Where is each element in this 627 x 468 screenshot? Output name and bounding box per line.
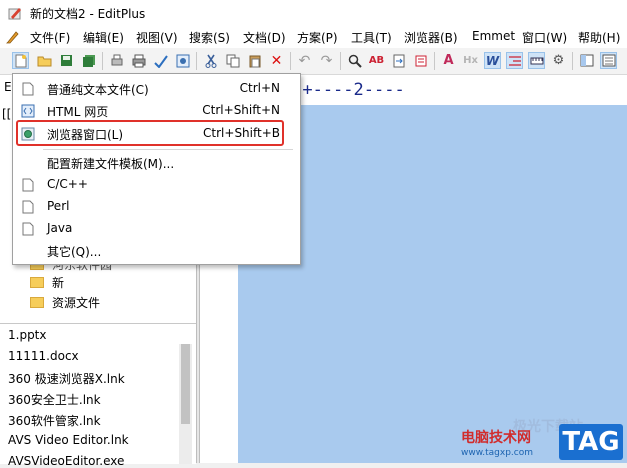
goto-icon[interactable] [390, 52, 407, 69]
new-file-icon[interactable] [12, 52, 29, 69]
file-list-item[interactable]: AVS Video Editor.lnk [8, 433, 129, 447]
file-list-item[interactable]: AVSVideoEditor.exe [8, 454, 124, 468]
new-file-dropdown: 普通纯文本文件(C) Ctrl+N HTML 网页 Ctrl+Shift+N 浏… [12, 73, 301, 265]
menu-project[interactable]: 方案(P) [297, 29, 338, 46]
perl-file-icon [22, 200, 34, 214]
spellcheck-icon[interactable] [152, 52, 169, 69]
menu-help[interactable]: 帮助(H) [578, 29, 620, 46]
menu-item-label: Perl [47, 199, 70, 213]
menu-item-other[interactable]: 其它(Q)... [13, 240, 300, 262]
menu-document[interactable]: 文档(D) [243, 29, 286, 46]
folder-icon [30, 276, 44, 288]
save-all-icon[interactable] [80, 52, 97, 69]
menu-item-cpp[interactable]: C/C++ [13, 174, 300, 196]
redo-icon[interactable]: ↷ [318, 52, 335, 69]
menu-tools[interactable]: 工具(T) [351, 29, 392, 46]
text-file-icon [22, 82, 34, 96]
line-number-icon[interactable] [506, 52, 523, 69]
cliptext-window-icon[interactable] [600, 52, 617, 69]
file-list-item[interactable]: 1.pptx [8, 328, 47, 342]
directory-window-icon[interactable] [578, 52, 595, 69]
menu-bar: 文件(F) 编辑(E) 视图(V) 搜索(S) 文档(D) 方案(P) 工具(T… [0, 26, 627, 49]
file-list-item[interactable]: 360 极速浏览器X.lnk [8, 370, 125, 387]
hex-view-icon[interactable]: Hx [462, 52, 479, 69]
highlight-annotation-box [16, 120, 284, 146]
cut-icon[interactable] [202, 52, 219, 69]
folder-icon [30, 296, 44, 308]
toolbar: ✕ ↶ ↷ AB A Hx W ⚙ [0, 48, 627, 75]
copy-icon[interactable] [224, 52, 241, 69]
file-list-item[interactable]: 360软件管家.lnk [8, 412, 101, 429]
print-preview-icon[interactable] [108, 52, 125, 69]
menu-browser[interactable]: 浏览器(B) [404, 29, 458, 46]
toolbar-separator [572, 52, 573, 70]
menu-item-label: 其它(Q)... [47, 245, 102, 259]
clip-text-icon[interactable] [412, 52, 429, 69]
menu-separator [43, 149, 293, 150]
menu-edit[interactable]: 编辑(E) [83, 29, 124, 46]
menu-item-shortcut: Ctrl+Shift+N [202, 103, 280, 117]
open-folder-icon[interactable] [36, 52, 53, 69]
ruler-icon[interactable] [528, 52, 545, 69]
menu-item-html[interactable]: HTML 网页 Ctrl+Shift+N [13, 100, 300, 122]
scrollbar-thumb[interactable] [181, 344, 190, 424]
watermark-url: www.tagxp.com [461, 448, 533, 458]
menu-item-label: Java [47, 221, 73, 235]
print-icon[interactable] [130, 52, 147, 69]
file-list-scrollbar[interactable] [179, 344, 192, 464]
file-list-item[interactable]: 360安全卫士.lnk [8, 391, 101, 408]
menu-item-label: C/C++ [47, 177, 88, 191]
menu-item-perl[interactable]: Perl [13, 196, 300, 218]
font-icon[interactable]: A [440, 52, 457, 69]
menu-search[interactable]: 搜索(S) [189, 29, 230, 46]
folder-label: 新 [52, 275, 65, 290]
menu-item-plain-text[interactable]: 普通纯文本文件(C) Ctrl+N [13, 78, 300, 100]
delete-icon[interactable]: ✕ [268, 52, 285, 69]
file-list-item[interactable]: 11111.docx [8, 349, 79, 363]
replace-icon[interactable]: AB [368, 52, 385, 69]
menu-file[interactable]: 文件(F) [30, 29, 70, 46]
browser-preview-icon[interactable] [174, 52, 191, 69]
toolbar-separator [434, 52, 435, 70]
find-icon[interactable] [346, 52, 363, 69]
menu-item-shortcut: Ctrl+N [239, 81, 280, 95]
file-list: 1.pptx 11111.docx 360 极速浏览器X.lnk 360安全卫士… [0, 323, 196, 468]
gear-icon[interactable]: ⚙ [550, 52, 567, 69]
directory-drive-label: E [4, 80, 12, 94]
pencil-icon [6, 31, 19, 44]
folder-row[interactable]: 新 [30, 273, 64, 291]
menu-window[interactable]: 窗口(W) [522, 29, 567, 46]
c-file-icon [22, 178, 34, 192]
word-wrap-icon[interactable]: W [484, 52, 501, 69]
menu-item-label: HTML 网页 [47, 105, 109, 119]
toolbar-separator [340, 52, 341, 70]
toolbar-separator [102, 52, 103, 70]
toolbar-separator [290, 52, 291, 70]
html-file-icon [21, 104, 35, 118]
folder-row[interactable]: 资源文件 [30, 293, 100, 311]
toolbar-separator [196, 52, 197, 70]
folder-label: 资源文件 [52, 295, 101, 310]
java-file-icon [22, 222, 34, 236]
undo-icon[interactable]: ↶ [296, 52, 313, 69]
save-icon[interactable] [58, 52, 75, 69]
menu-view[interactable]: 视图(V) [136, 29, 178, 46]
title-bar: 新的文档2 - EditPlus [0, 0, 627, 26]
paste-icon[interactable] [246, 52, 263, 69]
menu-item-label: 配置新建文件模板(M)... [47, 157, 175, 171]
editplus-app-icon [8, 8, 21, 20]
menu-item-java[interactable]: Java [13, 218, 300, 240]
menu-emmet[interactable]: Emmet [472, 29, 515, 43]
menu-item-label: 普通纯文本文件(C) [47, 83, 149, 97]
watermark-tag-badge: TAG [559, 424, 623, 460]
watermark-site-name: 电脑技术网 [461, 430, 531, 446]
directory-pane-label: [[ [2, 107, 12, 121]
watermark: 极光下载站 电脑技术网 www.tagxp.com TAG [455, 419, 627, 463]
menu-item-configure-templates[interactable]: 配置新建文件模板(M)... [13, 152, 300, 174]
window-title: 新的文档2 - EditPlus [30, 7, 146, 21]
